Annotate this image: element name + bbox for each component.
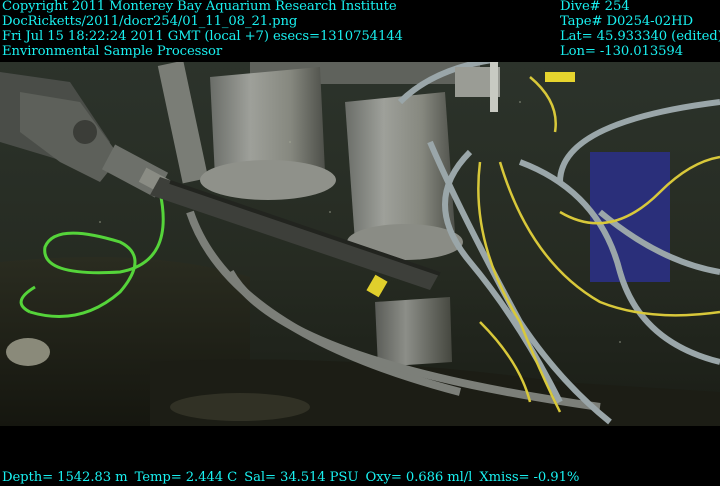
- subject-text: Environmental Sample Processor: [2, 44, 223, 59]
- header-right-overlay: Dive# 254 Tape# D0254-02HD Lat= 45.93334…: [560, 0, 720, 59]
- file-path-text: DocRicketts/2011/docr254/01_11_08_21.png: [2, 14, 298, 29]
- header-left-overlay: Copyright 2011 Monterey Bay Aquarium Res…: [2, 0, 403, 59]
- underwater-scene-image: [0, 62, 720, 426]
- salinity-readout: Sal= 34.514 PSU: [244, 470, 359, 485]
- oxygen-readout: Oxy= 0.686 ml/l: [365, 470, 473, 485]
- depth-readout: Depth= 1542.83 m: [2, 470, 128, 485]
- video-frame: Copyright 2011 Monterey Bay Aquarium Res…: [0, 0, 720, 486]
- copyright-text: Copyright 2011 Monterey Bay Aquarium Res…: [2, 0, 397, 14]
- transmissometer-readout: Xmiss= -0.91%: [479, 470, 580, 485]
- timestamp-text: Fri Jul 15 18:22:24 2011 GMT (local +7) …: [2, 29, 403, 44]
- tape-number-text: Tape# D0254-02HD: [560, 14, 693, 29]
- latitude-text: Lat= 45.933340 (edited): [560, 29, 720, 44]
- temperature-readout: Temp= 2.444 C: [134, 470, 238, 485]
- sensor-readout-footer: Depth= 1542.83 m Temp= 2.444 C Sal= 34.5…: [2, 470, 582, 485]
- longitude-text: Lon= -130.013594: [560, 44, 683, 59]
- dive-number-text: Dive# 254: [560, 0, 630, 14]
